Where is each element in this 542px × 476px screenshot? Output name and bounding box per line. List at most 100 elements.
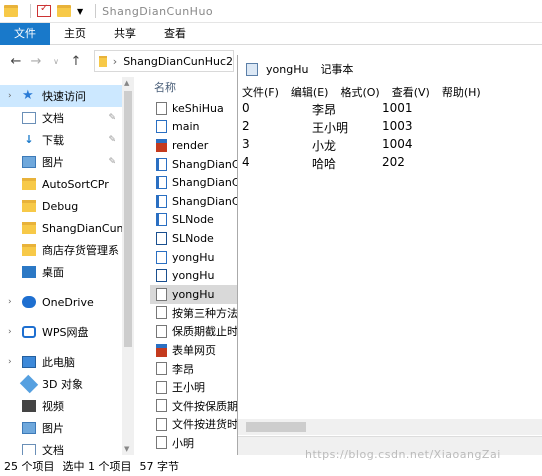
file-name: keShiHua bbox=[172, 101, 224, 115]
text-file-icon bbox=[156, 399, 167, 413]
file-name: render bbox=[172, 138, 209, 152]
sidebar-item[interactable]: 文档 ✎ bbox=[0, 107, 122, 129]
path-separator-icon: › bbox=[112, 54, 118, 68]
forward-arrow-icon[interactable]: → bbox=[26, 54, 46, 69]
separator bbox=[30, 4, 31, 18]
properties-icon[interactable] bbox=[37, 3, 51, 17]
folder-icon[interactable] bbox=[4, 5, 18, 17]
file-item[interactable]: main bbox=[150, 118, 240, 137]
text-cell: 4 bbox=[242, 155, 250, 169]
sidebar-scrollbar[interactable]: ▲ ▼ bbox=[122, 77, 134, 455]
text-cell: 哈哈 bbox=[312, 157, 337, 171]
notepad-menu-item[interactable]: 编辑(E) bbox=[291, 84, 329, 100]
ribbon-tab[interactable]: 查看 bbox=[150, 23, 200, 45]
sidebar-item[interactable]: › 此电脑 bbox=[0, 351, 122, 373]
up-arrow-icon[interactable]: ↑ bbox=[66, 54, 86, 69]
expand-chevron-icon[interactable]: › bbox=[8, 297, 12, 307]
file-name: ShangDianCu bbox=[172, 176, 240, 190]
file-item[interactable]: 表单网页 bbox=[150, 341, 240, 360]
ribbon-tabs: 文件 主页 共享 查看 bbox=[0, 23, 542, 45]
file-item[interactable]: 李昂 bbox=[150, 359, 240, 378]
scroll-up-icon[interactable]: ▲ bbox=[124, 79, 129, 87]
notepad-horizontal-scrollbar[interactable] bbox=[238, 419, 542, 435]
sidebar-item[interactable]: ShangDianCunl bbox=[0, 217, 122, 239]
file-item[interactable]: 文件按保质期 bbox=[150, 397, 240, 416]
file-item[interactable]: 按第三种方法 bbox=[150, 304, 240, 323]
sidebar-item[interactable]: › ★ 快速访问 bbox=[0, 85, 122, 107]
sidebar-item[interactable]: 桌面 bbox=[0, 261, 122, 283]
sidebar-item[interactable]: 视频 bbox=[0, 395, 122, 417]
file-item[interactable]: ShangDianCu bbox=[150, 192, 240, 211]
chevron-down-icon[interactable]: ▼ bbox=[77, 7, 83, 16]
sidebar-item-label: 图片 bbox=[42, 156, 64, 169]
file-item[interactable]: 保质期截止时 bbox=[150, 322, 240, 341]
scroll-down-icon[interactable]: ▼ bbox=[124, 445, 129, 453]
file-item[interactable]: SLNode bbox=[150, 211, 240, 230]
notepad-menu-item[interactable]: 文件(F) bbox=[242, 84, 279, 100]
ribbon-tab[interactable]: 主页 bbox=[50, 23, 100, 45]
sidebar-item[interactable]: 图片 ✎ bbox=[0, 151, 122, 173]
file-item[interactable]: 王小明 bbox=[150, 378, 240, 397]
sidebar-item[interactable]: 文档 bbox=[0, 439, 122, 455]
notepad-menu-item[interactable]: 查看(V) bbox=[392, 84, 430, 100]
sidebar-item[interactable]: Debug bbox=[0, 195, 122, 217]
selected-count: 选中 1 个项目 bbox=[62, 459, 132, 473]
video-icon bbox=[22, 400, 36, 412]
sidebar-item[interactable]: › OneDrive bbox=[0, 291, 122, 313]
file-name: ShangDianCu bbox=[172, 194, 240, 208]
file-item[interactable]: render bbox=[150, 136, 240, 155]
notepad-menu-item[interactable]: 帮助(H) bbox=[442, 84, 481, 100]
sidebar-item[interactable]: 商店存货管理系 bbox=[0, 239, 122, 261]
file-item[interactable]: yongHu bbox=[150, 284, 240, 304]
file-item[interactable]: yongHu bbox=[150, 248, 240, 267]
sidebar-item[interactable]: 3D 对象 bbox=[0, 373, 122, 395]
sidebar-item-label: AutoSortCPr bbox=[42, 177, 109, 191]
sidebar-item-label: 视频 bbox=[42, 400, 64, 413]
file-name: 李昂 bbox=[172, 362, 194, 376]
address-field[interactable]: › ShangDianCunHuc2 bbox=[94, 50, 234, 72]
file-item[interactable]: SLNode bbox=[150, 229, 240, 248]
file-item[interactable]: ShangDianCu bbox=[150, 155, 240, 174]
text-cell: 王小明 bbox=[312, 121, 349, 135]
notepad-text-area[interactable]: 0 李昂 1001 2 王小明 1003 3 小龙 1004 4 哈哈 202 bbox=[238, 101, 542, 173]
file-item[interactable]: yongHu bbox=[150, 266, 240, 285]
scrollbar-thumb[interactable] bbox=[124, 91, 132, 347]
file-name: 保质期截止时 bbox=[172, 325, 238, 339]
recent-chevron-icon[interactable]: ∨ bbox=[46, 57, 66, 66]
file-item[interactable]: 文件按进货时 bbox=[150, 415, 240, 434]
text-file-icon bbox=[156, 436, 167, 450]
watermark: https://blog.csdn.net/XiaoangZai bbox=[305, 448, 501, 461]
picture-icon bbox=[22, 156, 36, 168]
render-file-icon bbox=[156, 343, 167, 357]
file-item[interactable]: ShangDianCu bbox=[150, 173, 240, 192]
sidebar-item[interactable]: › WPS网盘 bbox=[0, 321, 122, 343]
sidebar-item[interactable]: ↓ 下载 ✎ bbox=[0, 129, 122, 151]
expand-chevron-icon[interactable]: › bbox=[8, 91, 12, 101]
column-header-name[interactable]: 名称 bbox=[150, 77, 240, 99]
expand-chevron-icon[interactable]: › bbox=[8, 327, 12, 337]
pin-icon[interactable]: ✎ bbox=[108, 135, 116, 145]
pin-icon[interactable]: ✎ bbox=[108, 113, 116, 123]
file-name: 表单网页 bbox=[172, 344, 216, 358]
scrollbar-thumb[interactable] bbox=[246, 422, 306, 432]
sidebar-item-label: 桌面 bbox=[42, 266, 64, 279]
pin-icon[interactable]: ✎ bbox=[108, 157, 116, 167]
folder-icon bbox=[22, 178, 36, 190]
desktop-icon bbox=[22, 266, 36, 278]
new-folder-icon[interactable] bbox=[57, 5, 71, 17]
sidebar-item[interactable]: AutoSortCPr bbox=[0, 173, 122, 195]
expand-chevron-icon[interactable]: › bbox=[8, 357, 12, 367]
ribbon-tab[interactable]: 文件 bbox=[0, 23, 50, 45]
folder-icon bbox=[99, 55, 107, 67]
file-item[interactable]: keShiHua bbox=[150, 99, 240, 118]
notepad-menu-item[interactable]: 格式(O) bbox=[340, 84, 379, 100]
sidebar-item-label: WPS网盘 bbox=[42, 326, 89, 339]
sidebar-item[interactable]: 图片 bbox=[0, 417, 122, 439]
ribbon-tab[interactable]: 共享 bbox=[100, 23, 150, 45]
file-item[interactable]: 小明 bbox=[150, 434, 240, 453]
text-file-icon bbox=[156, 101, 167, 115]
back-arrow-icon[interactable]: ← bbox=[6, 54, 26, 69]
sidebar-item-label: ShangDianCunl bbox=[42, 221, 122, 235]
